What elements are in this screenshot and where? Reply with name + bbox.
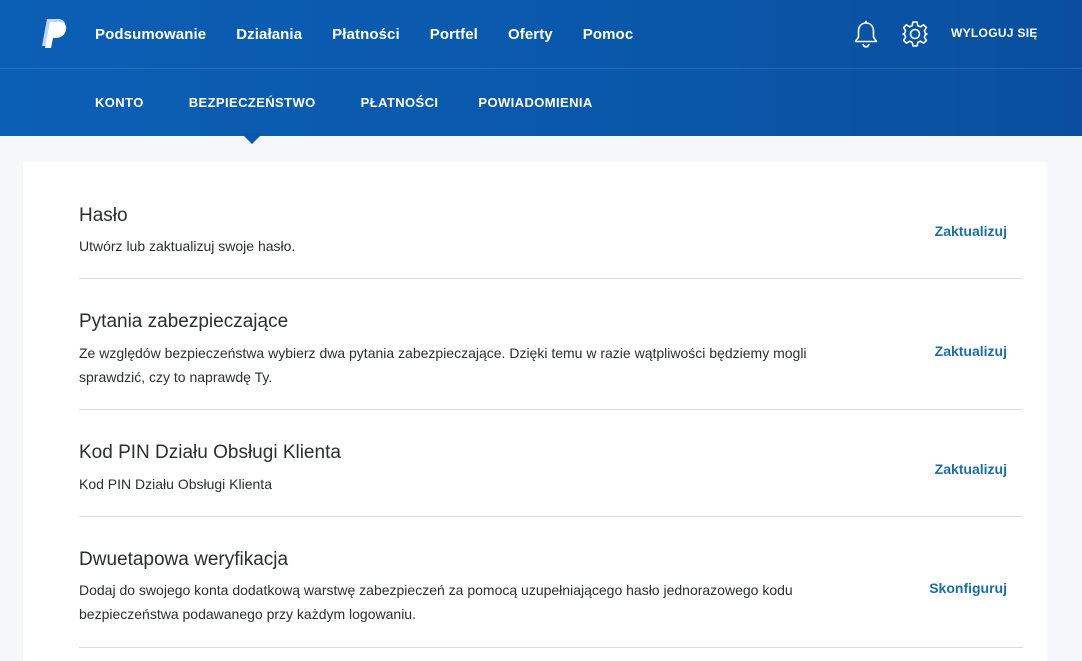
logout-link[interactable]: WYLOGUJ SIĘ bbox=[951, 26, 1038, 40]
nav-item-payments[interactable]: Płatności bbox=[332, 26, 400, 43]
section-customer-service-pin: Kod PIN Działu Obsługi Klienta Kod PIN D… bbox=[79, 410, 1023, 517]
update-password-link[interactable]: Zaktualizuj bbox=[935, 223, 1007, 239]
section-description: Ze względów bezpieczeństwa wybierz dwa p… bbox=[79, 345, 807, 385]
tab-payments[interactable]: PŁATNOŚCI bbox=[361, 95, 439, 110]
tab-security[interactable]: BEZPIECZEŃSTWO bbox=[189, 95, 316, 144]
section-description: Dodaj do swojego konta dodatkową warstwę… bbox=[79, 582, 793, 622]
security-settings-card: Hasło Utwórz lub zaktualizuj swoje hasło… bbox=[23, 162, 1047, 661]
header: Podsumowanie Działania Płatności Portfel… bbox=[0, 0, 1082, 144]
section-title: Kod PIN Działu Obsługi Klienta bbox=[79, 442, 341, 463]
section-description: Kod PIN Działu Obsługi Klienta bbox=[79, 476, 272, 492]
section-title: Hasło bbox=[79, 205, 128, 226]
tab-notifications[interactable]: POWIADOMIENIA bbox=[478, 95, 592, 110]
nav-item-summary[interactable]: Podsumowanie bbox=[95, 26, 206, 43]
gear-icon[interactable] bbox=[901, 20, 929, 48]
bell-icon[interactable] bbox=[853, 20, 879, 48]
nav-item-offers[interactable]: Oferty bbox=[508, 26, 553, 43]
nav-item-help[interactable]: Pomoc bbox=[583, 26, 634, 43]
section-two-step-verification: Dwuetapowa weryfikacja Dodaj do swojego … bbox=[79, 517, 1023, 648]
nav-item-wallet[interactable]: Portfel bbox=[430, 26, 478, 43]
settings-subnavigation: KONTO BEZPIECZEŃSTWO PŁATNOŚCI POWIADOMI… bbox=[95, 69, 593, 144]
section-title: Dwuetapowa weryfikacja bbox=[79, 549, 289, 570]
update-pin-link[interactable]: Zaktualizuj bbox=[935, 461, 1007, 477]
section-password: Hasło Utwórz lub zaktualizuj swoje hasło… bbox=[79, 162, 1023, 279]
section-description: Utwórz lub zaktualizuj swoje hasło. bbox=[79, 238, 296, 254]
section-title: Pytania zabezpieczające bbox=[79, 311, 289, 332]
configure-two-step-link[interactable]: Skonfiguruj bbox=[929, 580, 1007, 596]
update-security-questions-link[interactable]: Zaktualizuj bbox=[935, 343, 1007, 359]
tab-account[interactable]: KONTO bbox=[95, 95, 144, 110]
main-navigation: Podsumowanie Działania Płatności Portfel… bbox=[95, 0, 663, 69]
paypal-logo-icon[interactable] bbox=[40, 18, 68, 48]
top-navigation-bar: Podsumowanie Działania Płatności Portfel… bbox=[0, 0, 1082, 69]
section-security-questions: Pytania zabezpieczające Ze względów bezp… bbox=[79, 279, 1023, 410]
nav-item-activity[interactable]: Działania bbox=[236, 26, 302, 43]
